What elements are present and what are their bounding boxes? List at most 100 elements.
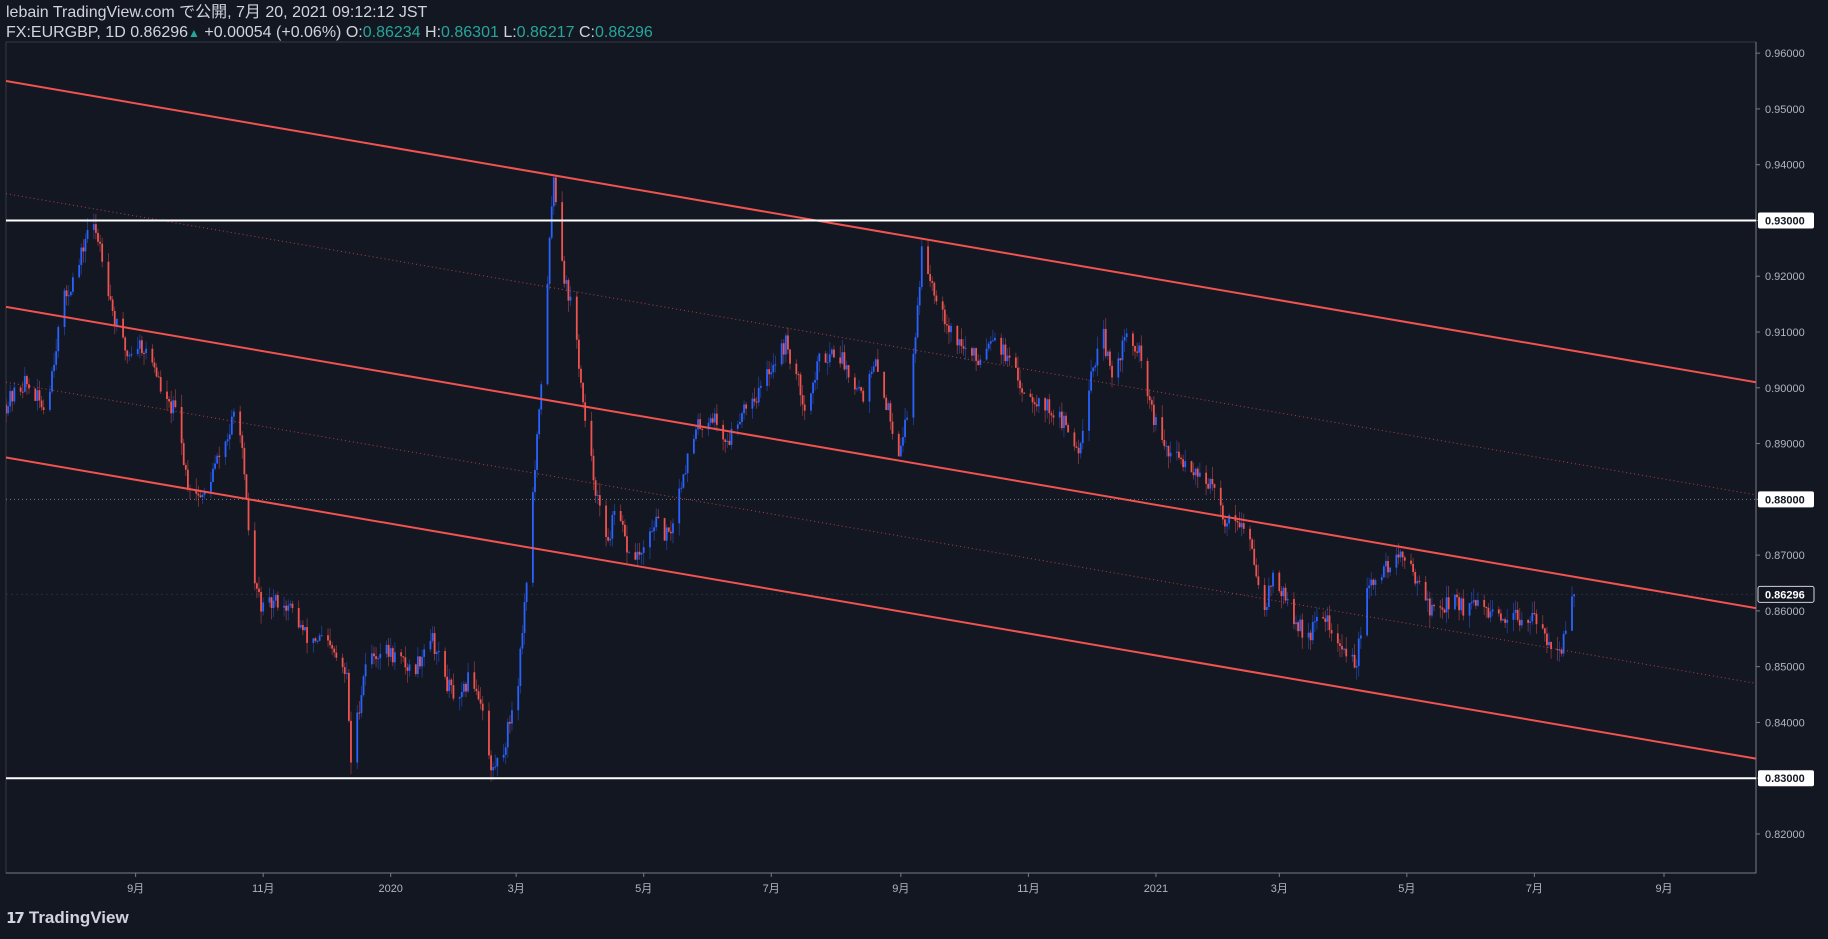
candle-body bbox=[1472, 600, 1475, 603]
candle-body bbox=[561, 202, 564, 261]
candle-body bbox=[1017, 367, 1019, 381]
candle-body bbox=[1560, 649, 1563, 654]
candle-body bbox=[1416, 580, 1419, 584]
candle-body bbox=[431, 633, 434, 641]
candle-body bbox=[141, 340, 143, 354]
candle-body bbox=[1387, 561, 1389, 573]
candle-body bbox=[1328, 615, 1331, 631]
candle-body bbox=[1209, 478, 1212, 489]
candle-body bbox=[797, 374, 800, 376]
candle-body bbox=[697, 419, 699, 430]
candle-body bbox=[475, 688, 478, 692]
candle-body bbox=[1324, 618, 1327, 622]
channel-line bbox=[6, 80, 1756, 384]
candle-body bbox=[927, 246, 929, 275]
candle-body bbox=[115, 318, 118, 326]
candle-body bbox=[450, 679, 453, 686]
candle-body bbox=[1267, 585, 1270, 608]
candle-body bbox=[1226, 523, 1228, 527]
candle-body bbox=[1037, 398, 1040, 407]
candle-body bbox=[1456, 594, 1458, 598]
candle-body bbox=[174, 400, 177, 407]
candle-body bbox=[1339, 643, 1341, 646]
candle-body bbox=[1410, 560, 1412, 564]
candle-body bbox=[1192, 472, 1195, 476]
candle-body bbox=[172, 400, 175, 414]
candle-body bbox=[364, 664, 367, 677]
candle-body bbox=[745, 404, 748, 409]
candle-body bbox=[370, 653, 373, 665]
candle-body bbox=[51, 371, 53, 392]
candle-body bbox=[26, 376, 28, 385]
candle-body bbox=[258, 588, 260, 593]
candle-body bbox=[126, 350, 129, 357]
candle-body bbox=[1008, 355, 1011, 358]
candle-body bbox=[621, 520, 624, 525]
candle-body bbox=[408, 664, 411, 671]
candle-body bbox=[989, 341, 992, 344]
candle-body bbox=[186, 469, 189, 489]
candle-body bbox=[1284, 587, 1287, 601]
candle-body bbox=[726, 440, 729, 442]
candle-body bbox=[40, 400, 43, 408]
candle-body bbox=[1079, 442, 1082, 454]
candle-body bbox=[958, 339, 961, 346]
candle-body bbox=[1238, 522, 1241, 528]
candle-body bbox=[82, 247, 85, 252]
candle-body bbox=[1307, 632, 1310, 638]
candle-body bbox=[943, 309, 946, 325]
candle-body bbox=[607, 536, 610, 541]
candle-body bbox=[1077, 447, 1080, 454]
candle-body bbox=[751, 398, 754, 409]
candle-body bbox=[1213, 484, 1216, 488]
candle-body bbox=[1067, 425, 1070, 433]
candle-body bbox=[111, 299, 114, 311]
candle-body bbox=[67, 295, 70, 297]
tradingview-logo-icon: 𝟭𝟳 bbox=[6, 910, 25, 927]
candle-body bbox=[406, 667, 409, 671]
candle-body bbox=[107, 261, 110, 297]
candle-body bbox=[889, 403, 892, 422]
candle-body bbox=[1401, 551, 1404, 558]
candle-body bbox=[423, 649, 426, 657]
candle-body bbox=[870, 371, 873, 374]
candle-body bbox=[1044, 398, 1047, 411]
candles bbox=[6, 176, 1576, 782]
candle-body bbox=[95, 224, 97, 233]
candle-body bbox=[1483, 599, 1486, 607]
candle-body bbox=[241, 435, 244, 448]
candle-body bbox=[199, 495, 202, 498]
candle-body bbox=[38, 390, 41, 401]
candle-body bbox=[810, 393, 812, 411]
candle-body bbox=[1165, 445, 1168, 447]
candle-body bbox=[868, 373, 871, 402]
candle-body bbox=[1431, 604, 1433, 616]
candle-body bbox=[912, 353, 915, 418]
candle-body bbox=[962, 346, 965, 349]
candle-body bbox=[1380, 577, 1383, 581]
candle-body bbox=[1134, 345, 1136, 352]
candle-body bbox=[393, 652, 396, 663]
candle-body bbox=[709, 418, 712, 423]
candle-body bbox=[97, 232, 99, 242]
candle-body bbox=[847, 365, 850, 378]
candle-body bbox=[289, 603, 292, 606]
candle-body bbox=[1175, 451, 1178, 453]
candle-body bbox=[891, 421, 894, 434]
candle-body bbox=[343, 667, 346, 674]
candle-body bbox=[538, 409, 541, 435]
candle-body bbox=[899, 445, 902, 457]
candle-body bbox=[377, 658, 380, 660]
candle-body bbox=[816, 361, 819, 380]
candle-body bbox=[419, 656, 421, 667]
candle-body bbox=[1500, 613, 1502, 621]
price-chart[interactable]: 0.82000 0.83000 0.84000 0.85000 0.86000 0.870… bbox=[0, 0, 1828, 939]
candle-body bbox=[876, 359, 879, 372]
candle-body bbox=[168, 399, 170, 402]
candle-body bbox=[759, 385, 762, 388]
candle-body bbox=[1132, 333, 1134, 346]
candle-body bbox=[1004, 344, 1007, 362]
candle-body bbox=[136, 348, 139, 354]
candle-body bbox=[314, 638, 317, 641]
candle-body bbox=[1060, 411, 1063, 429]
